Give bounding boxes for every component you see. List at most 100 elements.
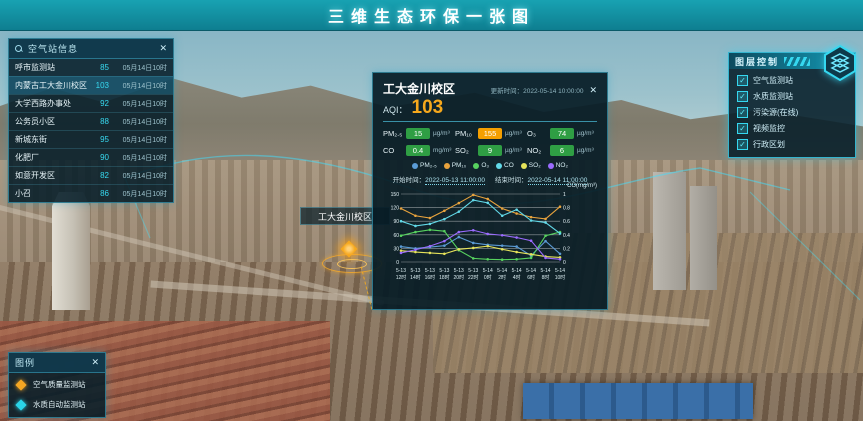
pollutant-cell: SO₂9µg/m³: [455, 145, 525, 156]
legend-item-label: 水质自动监测站: [33, 399, 86, 410]
legend-marker-icon: [15, 379, 26, 390]
checkbox-icon[interactable]: ✓: [737, 107, 748, 118]
station-panel-header: 空气站信息 ✕: [9, 39, 173, 59]
legend-item[interactable]: SO₂: [521, 162, 541, 169]
pollutant-cell: PM₁₀155µg/m³: [455, 128, 525, 139]
legend-marker-icon: [15, 399, 26, 410]
svg-text:5-13: 5-13: [410, 268, 420, 274]
svg-text:0: 0: [563, 260, 566, 266]
checkbox-icon[interactable]: ✓: [737, 75, 748, 86]
checkbox-icon[interactable]: ✓: [737, 139, 748, 150]
pollutant-cell: NO₂6µg/m³: [527, 145, 597, 156]
station-update-time: 05月14日10时: [109, 189, 167, 199]
station-row[interactable]: 小召8605月14日10时: [9, 184, 173, 202]
page-title: 三维生态环保一张图: [328, 3, 535, 27]
layer-list: ✓空气监测站✓水质监测站✓污染源(在线)✓视频监控✓行政区划: [729, 69, 855, 157]
legend-color-dot: [412, 163, 418, 169]
svg-text:5-13: 5-13: [425, 268, 435, 274]
aqi-label: AQI：: [383, 103, 408, 116]
svg-text:120: 120: [391, 206, 400, 212]
start-time-value[interactable]: 2022-05-13 11:00:00: [425, 177, 485, 185]
station-update-time: 05月14日10时: [109, 135, 167, 145]
legend-item[interactable]: PM₁₀: [444, 162, 467, 169]
svg-text:14时: 14时: [410, 274, 421, 281]
layer-toggle-row[interactable]: ✓ 污染源(在线): [737, 107, 847, 118]
layers-icon[interactable]: [822, 44, 858, 82]
svg-text:0: 0: [396, 260, 399, 266]
station-update-time: 05月14日10时: [109, 153, 167, 163]
pollutant-unit: µg/m³: [577, 147, 594, 154]
station-row[interactable]: 呼市监测站8505月14日10时: [9, 59, 173, 76]
layer-toggle-row[interactable]: ✓水质监测站: [737, 91, 847, 102]
close-icon[interactable]: ✕: [91, 358, 99, 367]
svg-text:5-13: 5-13: [396, 268, 406, 274]
svg-text:12时: 12时: [396, 274, 407, 281]
legend-item[interactable]: O₃: [473, 162, 489, 169]
layer-toggle-row[interactable]: ✓ 行政区划: [737, 139, 847, 150]
update-time-value: 2022-05-14 10:00:00: [523, 88, 583, 95]
station-list-panel: 空气站信息 ✕ 呼市监测站8505月14日10时内蒙古工大金川校区10305月1…: [8, 38, 174, 203]
decorative-stripes: [784, 57, 810, 66]
station-row[interactable]: 内蒙古工大金川校区10305月14日10时: [9, 76, 173, 94]
station-row[interactable]: 化肥厂9005月14日10时: [9, 148, 173, 166]
legend-panel-title: 图例: [15, 356, 86, 369]
checkbox-icon[interactable]: ✓: [737, 91, 748, 102]
station-update-time: 05月14日10时: [109, 171, 167, 181]
svg-text:5-13: 5-13: [439, 268, 449, 274]
legend-label: PM₂.₅: [420, 162, 437, 169]
map-legend-item: 空气质量监测站: [17, 379, 97, 390]
legend-item[interactable]: PM₂.₅: [412, 162, 437, 169]
station-row[interactable]: 公务员小区8805月14日10时: [9, 112, 173, 130]
layer-label: 行政区划: [753, 139, 785, 150]
svg-text:5-14: 5-14: [512, 268, 522, 274]
station-name: 呼市监测站: [15, 62, 87, 73]
station-update-time: 05月14日10时: [109, 117, 167, 127]
station-name: 内蒙古工大金川校区: [15, 80, 87, 91]
station-aqi-value: 85: [87, 63, 109, 72]
checkbox-icon[interactable]: ✓: [737, 123, 748, 134]
close-icon[interactable]: ✕: [589, 86, 597, 95]
svg-text:0.2: 0.2: [563, 246, 570, 252]
station-row[interactable]: 大学西路办事处9205月14日10时: [9, 94, 173, 112]
map-legend-item: 水质自动监测站: [17, 399, 97, 410]
station-aqi-value: 90: [87, 153, 109, 162]
legend-color-dot: [496, 163, 502, 169]
legend-label: O₃: [481, 162, 489, 169]
divider: [383, 121, 597, 122]
legend-item[interactable]: CO: [496, 162, 514, 169]
svg-text:2时: 2时: [498, 274, 506, 281]
pollutant-unit: µg/m³: [577, 130, 594, 137]
layer-label: 污染源(在线): [753, 107, 798, 118]
pollutant-unit: mg/m³: [433, 147, 451, 154]
svg-text:5-14: 5-14: [526, 268, 536, 274]
station-aqi-value: 103: [87, 81, 109, 90]
svg-text:18时: 18时: [439, 274, 450, 281]
layer-toggle-row[interactable]: ✓视频监控: [737, 123, 847, 134]
station-name: 如意开发区: [15, 170, 87, 181]
station-update-time: 05月14日10时: [109, 99, 167, 109]
pollutant-cell: O₃74µg/m³: [527, 128, 597, 139]
svg-text:8时: 8时: [542, 274, 550, 281]
station-row[interactable]: 新城东街9505月14日10时: [9, 130, 173, 148]
legend-item[interactable]: NO₂: [548, 162, 568, 169]
station-name: 化肥厂: [15, 152, 87, 163]
svg-text:60: 60: [393, 233, 399, 239]
right-axis-unit-label: CO(mg/m³): [567, 183, 597, 189]
station-aqi-value: 86: [87, 189, 109, 198]
svg-text:30: 30: [393, 246, 399, 252]
pollutant-value-badge: 0.4: [406, 145, 430, 156]
pollutant-cell: PM₂.₅15µg/m³: [383, 128, 453, 139]
legend-label: SO₂: [529, 162, 541, 169]
station-panel-title: 空气站信息: [28, 42, 154, 55]
chart-series-legend: PM₂.₅ PM₁₀ O₃ CO SO₂ NO₂: [383, 162, 597, 169]
search-icon: [15, 45, 23, 53]
legend-color-dot: [473, 163, 479, 169]
pollutant-label: PM₂.₅: [383, 129, 403, 138]
close-icon[interactable]: ✕: [159, 44, 167, 53]
station-aqi-value: 92: [87, 99, 109, 108]
station-detail-popup: 工大金川校区 更新时间：2022-05-14 10:00:00 ✕ AQI： 1…: [372, 72, 608, 310]
station-update-time: 05月14日10时: [109, 63, 167, 73]
pollutant-value-badge: 6: [550, 145, 574, 156]
pollutant-label: CO: [383, 146, 403, 155]
station-row[interactable]: 如意开发区8205月14日10时: [9, 166, 173, 184]
